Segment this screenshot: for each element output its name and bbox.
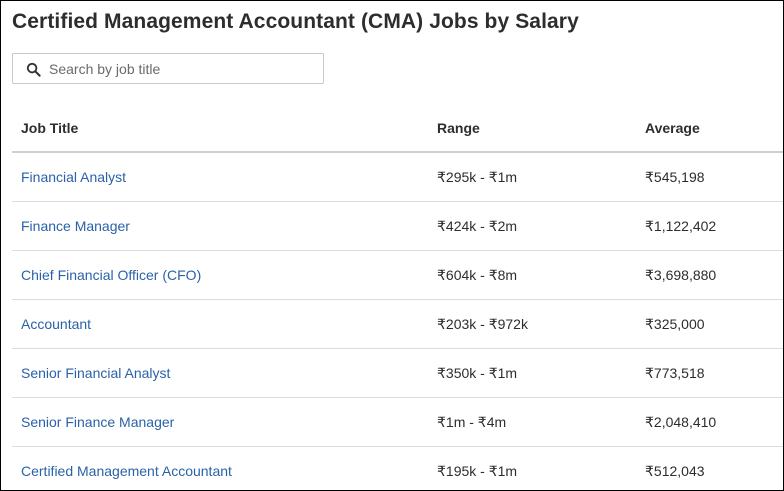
header-job-title[interactable]: Job Title	[21, 105, 78, 151]
table-row: Accountant ₹203k - ₹972k ₹325,000	[12, 300, 783, 349]
header-average[interactable]: Average	[645, 105, 700, 151]
job-title-link[interactable]: Senior Financial Analyst	[21, 349, 170, 397]
salary-range: ₹604k - ₹8m	[437, 267, 518, 283]
salary-average: ₹773,518	[645, 365, 705, 381]
table-row: Senior Finance Manager ₹1m - ₹4m ₹2,048,…	[12, 398, 783, 447]
job-title-link[interactable]: Financial Analyst	[21, 153, 126, 201]
salary-range: ₹350k - ₹1m	[437, 365, 518, 381]
salary-average: ₹1,122,402	[645, 218, 717, 234]
salary-average: ₹2,048,410	[645, 414, 717, 430]
salary-average: ₹3,698,880	[645, 267, 717, 283]
job-title-link[interactable]: Senior Finance Manager	[21, 398, 174, 446]
header-range[interactable]: Range	[437, 105, 480, 151]
page-title: Certified Management Accountant (CMA) Jo…	[12, 10, 579, 33]
table-row: Finance Manager ₹424k - ₹2m ₹1,122,402	[12, 202, 783, 251]
salary-table: Job Title Range Average Financial Analys…	[12, 105, 783, 490]
search-icon	[26, 62, 41, 77]
salary-range: ₹295k - ₹1m	[437, 169, 518, 185]
search-input[interactable]	[49, 54, 317, 83]
search-box[interactable]	[12, 53, 324, 84]
job-title-link[interactable]: Accountant	[21, 300, 91, 348]
salary-range: ₹203k - ₹972k	[437, 316, 528, 332]
table-row: Senior Financial Analyst ₹350k - ₹1m ₹77…	[12, 349, 783, 398]
salary-range: ₹424k - ₹2m	[437, 218, 518, 234]
salary-panel: Certified Management Accountant (CMA) Jo…	[0, 0, 784, 491]
table-row: Chief Financial Officer (CFO) ₹604k - ₹8…	[12, 251, 783, 300]
salary-range: ₹1m - ₹4m	[437, 414, 507, 430]
salary-average: ₹512,043	[645, 463, 705, 479]
salary-average: ₹545,198	[645, 169, 705, 185]
table-row: Certified Management Accountant ₹195k - …	[12, 447, 783, 490]
job-title-link[interactable]: Finance Manager	[21, 202, 130, 250]
salary-range: ₹195k - ₹1m	[437, 463, 518, 479]
table-header: Job Title Range Average	[12, 105, 783, 153]
table-row: Financial Analyst ₹295k - ₹1m ₹545,198	[12, 153, 783, 202]
salary-average: ₹325,000	[645, 316, 705, 332]
job-title-link[interactable]: Chief Financial Officer (CFO)	[21, 251, 201, 299]
job-title-link[interactable]: Certified Management Accountant	[21, 447, 232, 490]
